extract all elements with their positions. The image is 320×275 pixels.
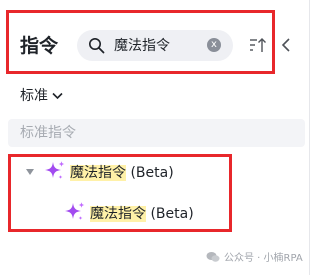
- annotation-box-results: [8, 154, 232, 232]
- panel-divider: [309, 0, 310, 275]
- filter-selected-label: 标准: [20, 88, 48, 104]
- instruction-panel: 指令 魔法指令 x 标准 标准指令 魔法指令 (Beta) 魔法指令 (Beta…: [0, 0, 319, 275]
- chevron-down-icon: [52, 92, 63, 100]
- section-label: 标准指令: [20, 125, 76, 141]
- filter-dropdown[interactable]: 标准: [20, 86, 63, 106]
- annotation-box-search: [6, 10, 275, 74]
- chevron-left-icon[interactable]: [281, 37, 291, 53]
- section-header-standard: 标准指令: [8, 119, 305, 147]
- wechat-icon: [206, 252, 220, 262]
- watermark-text: 公众号 · 小楠RPA: [224, 253, 303, 264]
- watermark: 公众号 · 小楠RPA: [206, 252, 303, 266]
